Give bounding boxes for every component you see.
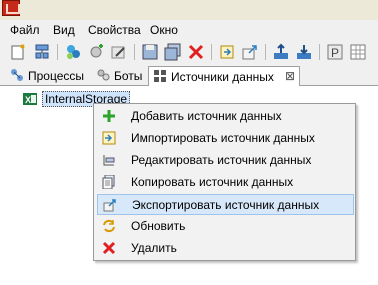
toolbar-separator [134,44,135,60]
tab-processes[interactable]: Процессы [6,66,88,86]
menu-item-import-datasource[interactable]: Импортировать источник данных [97,128,354,149]
menu-item-edit-datasource[interactable]: Редактировать источник данных [97,150,354,171]
tab-label: Источники данных [171,70,274,84]
tab-datasources[interactable]: Источники данных ⊠ [148,66,300,86]
import-icon[interactable] [218,43,236,61]
tab-bar: Процессы Боты Источники данных ⊠ [0,64,378,86]
menu-item-label: Добавить источник данных [131,109,282,123]
save-all-icon[interactable] [164,43,182,61]
svg-text:X: X [25,95,31,105]
title-bar [0,0,378,20]
menu-view[interactable]: Вид [53,23,75,38]
menu-file[interactable]: Файл [10,23,40,38]
menu-item-add-datasource[interactable]: Добавить источник данных [97,106,354,127]
import-icon [102,131,116,145]
menu-item-label: Импортировать источник данных [131,131,315,145]
export-icon[interactable] [241,43,259,61]
tab-label: Процессы [28,69,85,83]
process-icon [10,68,24,82]
copy-icon [102,175,116,189]
upload-icon[interactable] [272,43,290,61]
menu-window[interactable]: Окно [150,23,178,38]
run-group-icon[interactable] [64,43,82,61]
tab-label: Боты [114,69,143,83]
bots-icon [96,68,110,82]
download-icon[interactable] [295,43,313,61]
new-icon[interactable] [10,43,28,61]
refresh-icon [102,219,116,233]
grid-icon[interactable] [349,43,367,61]
toolbar-separator [265,44,266,60]
export-icon [103,198,117,212]
menu-item-label: Удалить [131,241,177,255]
menu-item-delete[interactable]: Удалить [97,238,354,259]
menu-item-export-datasource[interactable]: Экспортировать источник данных [97,194,354,215]
toolbar-separator [57,44,58,60]
settings-tree-icon[interactable] [33,43,51,61]
toolbar-separator [211,44,212,60]
menu-properties[interactable]: Свойства [88,23,141,38]
excel-icon: X [23,92,37,106]
datasource-icon [153,69,167,83]
toolbar-separator [319,44,320,60]
menu-item-label: Обновить [131,219,186,233]
menu-item-copy-datasource[interactable]: Копировать источник данных [97,172,354,193]
menu-item-label: Редактировать источник данных [131,153,312,167]
menu-bar: Файл Вид Свойства Окно [0,20,378,40]
svg-text:P: P [331,46,339,60]
properties-icon[interactable]: P [326,43,344,61]
menu-item-label: Экспортировать источник данных [132,198,320,212]
menu-item-label: Копировать источник данных [131,175,294,189]
close-icon[interactable]: ⊠ [284,70,296,82]
context-menu: Добавить источник данных Импортировать и… [93,103,356,261]
edit-icon [102,153,116,167]
app-icon [2,0,20,16]
edit-bot-icon[interactable] [110,43,128,61]
save-icon[interactable] [141,43,159,61]
add-bot-icon[interactable] [87,43,105,61]
toolbar: P [0,40,378,64]
tab-bots[interactable]: Боты [92,66,146,86]
delete-icon [102,241,116,255]
menu-item-refresh[interactable]: Обновить [97,216,354,237]
plus-icon [102,109,116,123]
delete-icon[interactable] [187,43,205,61]
